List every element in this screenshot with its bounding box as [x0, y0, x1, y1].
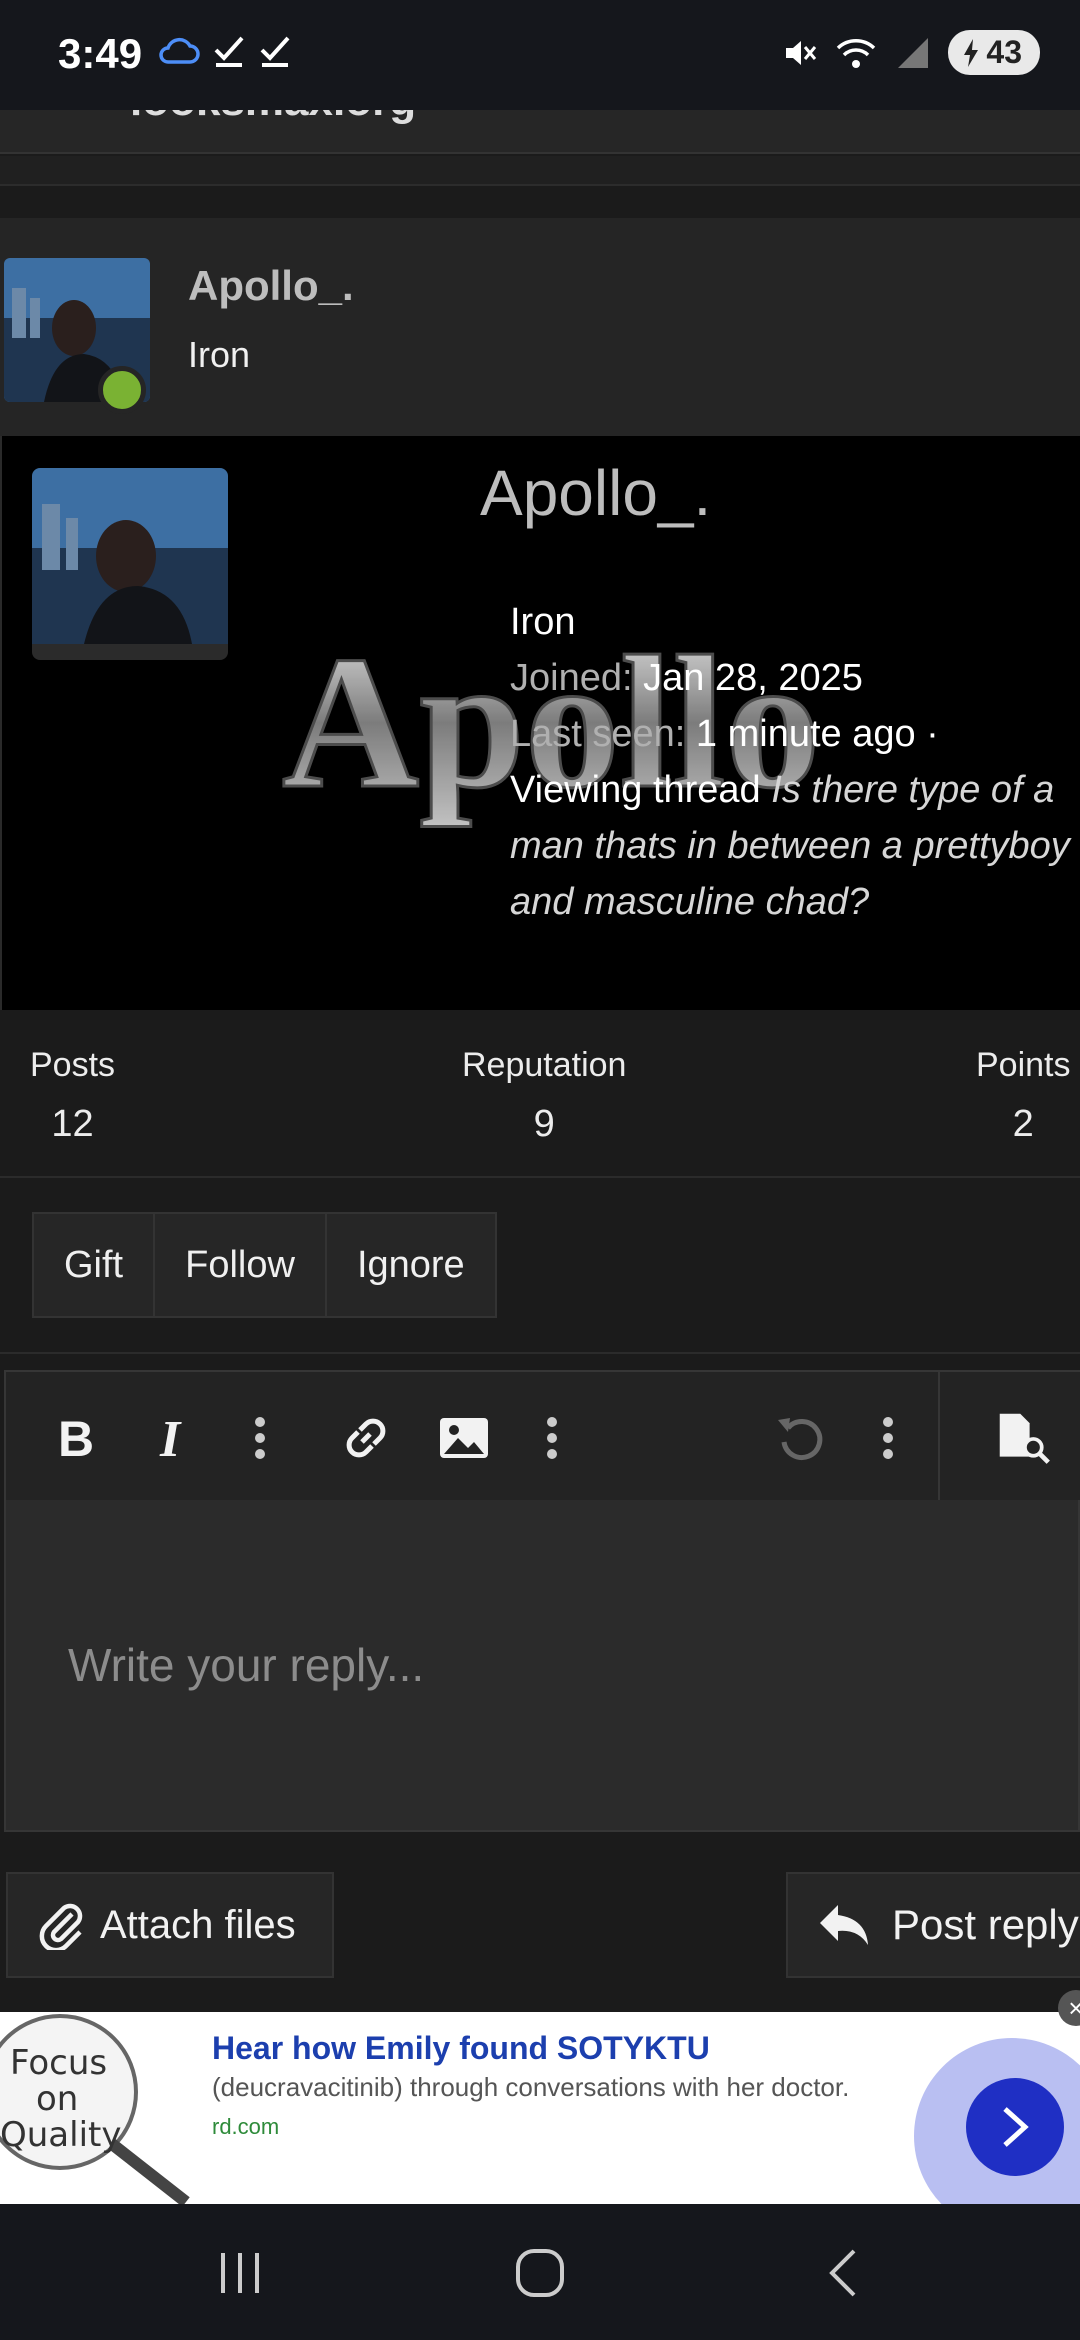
- activity-line: Viewing thread Is there type of a man th…: [510, 762, 1070, 930]
- cloud-icon: [159, 37, 200, 64]
- member-rank: Iron: [188, 334, 251, 375]
- ad-cta-button[interactable]: [966, 2078, 1064, 2176]
- profile-card: Apollo_. Apollo Iron Joined: Jan 28, 202…: [0, 436, 1080, 1010]
- more-vertical-icon: [255, 1417, 265, 1459]
- check-icon: [214, 36, 244, 67]
- bold-button[interactable]: B: [48, 1410, 104, 1466]
- attach-files-label: Attach files: [100, 1902, 296, 1947]
- back-icon: [829, 2249, 856, 2297]
- last-seen-value: 1 minute ago ·: [695, 713, 939, 755]
- more-editor-options-button[interactable]: [860, 1410, 916, 1466]
- svg-text:Quality: Quality: [0, 2115, 122, 2155]
- check-icon: [260, 36, 290, 67]
- system-nav-bar: [0, 2204, 1080, 2340]
- joined-date: Jan 28, 2025: [643, 657, 863, 699]
- ad-url[interactable]: rd.com: [212, 2114, 279, 2140]
- image-icon: [440, 1418, 488, 1458]
- stat-label: Points: [976, 1046, 1071, 1084]
- ad-logo: Focus on Quality: [0, 2014, 190, 2204]
- profile-name: Apollo_.: [480, 457, 712, 529]
- stat-value: 2: [1012, 1103, 1034, 1145]
- ignore-button[interactable]: Ignore: [326, 1214, 495, 1316]
- gift-button[interactable]: Gift: [34, 1214, 156, 1316]
- member-stats: Posts 12 Reputation 9 Points 2: [0, 1010, 1080, 1178]
- ad-title[interactable]: Hear how Emily found SOTYKTU: [212, 2030, 710, 2067]
- ad-description: (deucravacitinib) through conversations …: [212, 2072, 850, 2102]
- back-button[interactable]: [802, 2238, 882, 2308]
- insert-link-button[interactable]: [338, 1410, 394, 1466]
- header-divider: [0, 156, 1080, 186]
- svg-text:on: on: [36, 2079, 78, 2119]
- recents-button[interactable]: [200, 2238, 280, 2308]
- battery-indicator: 43: [948, 30, 1040, 75]
- post-reply-label: Post reply: [892, 1901, 1079, 1948]
- mute-icon: [786, 40, 817, 65]
- stat-posts[interactable]: Posts 12: [30, 1046, 115, 1146]
- svg-text:Focus: Focus: [10, 2043, 107, 2083]
- preview-button[interactable]: [996, 1410, 1052, 1466]
- activity-label: Viewing thread: [510, 769, 761, 811]
- undo-icon: [778, 1418, 823, 1460]
- reply-input[interactable]: [6, 1500, 1078, 1830]
- stat-label: Reputation: [462, 1046, 627, 1084]
- last-seen-line: Last seen: 1 minute ago ·: [510, 706, 1070, 762]
- home-button[interactable]: [500, 2238, 580, 2308]
- charging-icon: [964, 38, 979, 67]
- post-reply-button[interactable]: Post reply: [786, 1872, 1080, 1978]
- status-bar: 3:49 43: [0, 0, 1080, 110]
- member-header: Apollo_. Iron: [0, 218, 1080, 436]
- svg-text:B: B: [58, 1414, 94, 1462]
- system-icons: 43: [782, 30, 1040, 75]
- joined-label: Joined:: [510, 657, 633, 699]
- follow-button[interactable]: Follow: [155, 1214, 327, 1316]
- advertisement-banner[interactable]: Focus on Quality Hear how Emily found SO…: [0, 2012, 1080, 2204]
- status-time: 3:49: [58, 30, 143, 77]
- notification-icons: [158, 34, 292, 68]
- member-actions: Gift Follow Ignore: [32, 1212, 497, 1318]
- undo-button[interactable]: [772, 1410, 828, 1466]
- more-vertical-icon: [883, 1417, 893, 1459]
- home-icon: [516, 2249, 564, 2297]
- more-vertical-icon: [547, 1417, 557, 1459]
- toolbar-separator: [938, 1372, 940, 1500]
- wifi-icon: [837, 38, 876, 68]
- reply-editor: B I: [4, 1370, 1080, 1832]
- recents-icon: [221, 2253, 259, 2293]
- profile-info: Iron Joined: Jan 28, 2025 Last seen: 1 m…: [510, 594, 1070, 930]
- profile-avatar[interactable]: [32, 468, 228, 660]
- stat-reputation[interactable]: Reputation 9: [462, 1046, 626, 1146]
- stat-points[interactable]: Points 2: [976, 1046, 1071, 1146]
- paperclip-icon: [39, 1903, 83, 1950]
- member-name[interactable]: Apollo_.: [188, 262, 354, 310]
- more-insert-options-button[interactable]: [524, 1410, 580, 1466]
- bold-icon: B: [58, 1414, 94, 1462]
- insert-image-button[interactable]: [436, 1410, 492, 1466]
- more-text-options-button[interactable]: [232, 1410, 288, 1466]
- last-seen-label: Last seen:: [510, 713, 686, 755]
- editor-toolbar: B I: [6, 1372, 1080, 1500]
- stat-value: 9: [533, 1103, 555, 1145]
- stat-label: Posts: [30, 1046, 116, 1084]
- signal-icon: [898, 37, 929, 68]
- chevron-right-icon: [1003, 2107, 1029, 2147]
- italic-button[interactable]: I: [146, 1410, 202, 1466]
- battery-level: 43: [986, 34, 1022, 70]
- divider: [0, 1352, 1080, 1354]
- italic-icon: I: [159, 1414, 182, 1462]
- joined-line: Joined: Jan 28, 2025: [510, 650, 1070, 706]
- stat-value: 12: [51, 1103, 94, 1145]
- preview-icon: [999, 1413, 1050, 1464]
- online-status-indicator: [98, 366, 146, 414]
- svg-text:I: I: [159, 1414, 182, 1462]
- reply-icon: [820, 1905, 868, 1945]
- close-icon: ×: [1068, 1992, 1080, 2023]
- profile-rank: Iron: [510, 601, 576, 643]
- attach-files-button[interactable]: Attach files: [6, 1872, 334, 1978]
- link-icon: [346, 1418, 386, 1458]
